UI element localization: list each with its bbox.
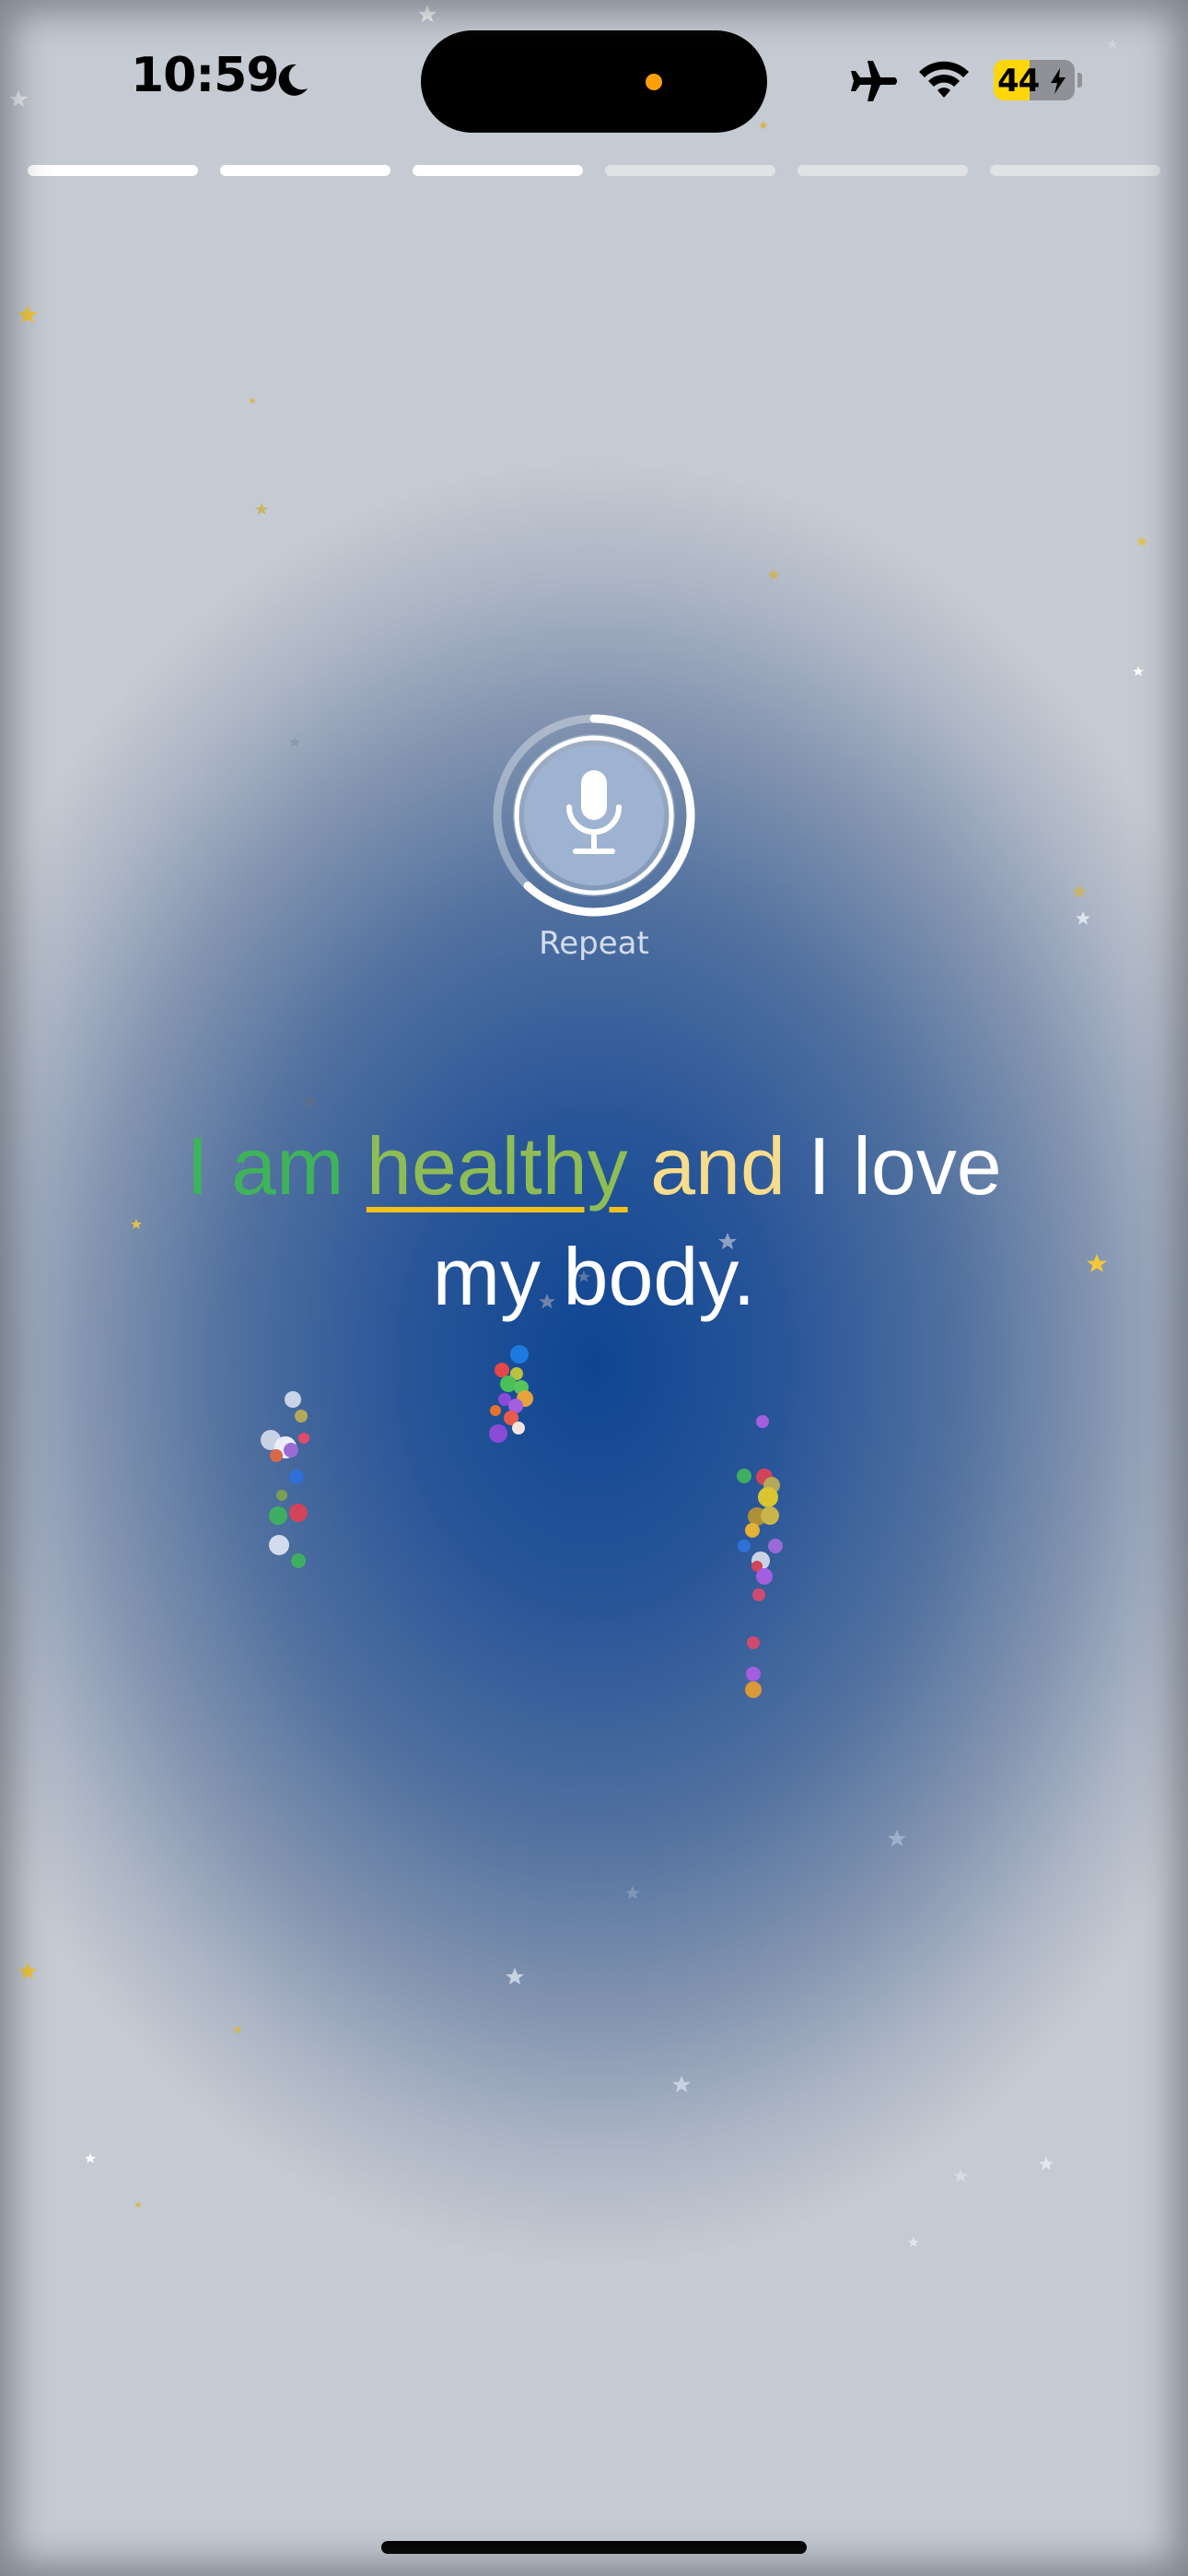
dynamic-island	[421, 30, 767, 133]
phrase-word: I love	[785, 1120, 1002, 1212]
microphone-in-use-indicator	[646, 74, 662, 90]
affirmation-line-1: I am healthy and I love	[87, 1111, 1101, 1222]
mic-progress-ring	[493, 714, 695, 917]
particle-trail-center	[489, 1345, 533, 1443]
progress-segment	[605, 165, 775, 176]
progress-segment	[413, 165, 583, 176]
phrase-word: my body.	[432, 1231, 756, 1322]
status-time: 10:59	[131, 48, 280, 103]
bolt-icon	[1051, 68, 1066, 94]
phrase-word	[344, 1120, 366, 1212]
particle-trail-left	[261, 1391, 309, 1568]
wifi-icon	[919, 61, 969, 98]
battery-indicator: 44	[994, 60, 1075, 100]
affirmation-line-2: my body.	[87, 1222, 1101, 1332]
progress-segment-fill	[220, 165, 390, 176]
progress-segment-fill	[413, 165, 583, 176]
phrase-word: I am	[186, 1120, 344, 1212]
phrase-word: and	[650, 1120, 786, 1212]
affirmation-text: I am healthy and I love my body.	[87, 1111, 1101, 1332]
progress-segment	[28, 165, 198, 176]
battery-cap	[1077, 73, 1082, 88]
battery-percentage: 44	[997, 63, 1040, 100]
lesson-progress-bar	[28, 165, 1160, 176]
mic-button[interactable]	[490, 711, 698, 919]
affirmation-screen: 10:59 44 Repeat I am healthy and I love …	[0, 0, 1188, 2576]
airplane-icon	[851, 61, 897, 101]
home-indicator[interactable]	[381, 2541, 807, 2554]
particle-trail-right	[737, 1415, 783, 1698]
progress-segment	[220, 165, 390, 176]
mic-label: Repeat	[539, 925, 649, 962]
phrase-word	[628, 1120, 650, 1212]
progress-segment	[798, 165, 968, 176]
progress-segment	[990, 165, 1160, 176]
progress-segment-fill	[28, 165, 198, 176]
current-word: healthy	[366, 1120, 628, 1212]
moon-icon	[278, 64, 308, 96]
